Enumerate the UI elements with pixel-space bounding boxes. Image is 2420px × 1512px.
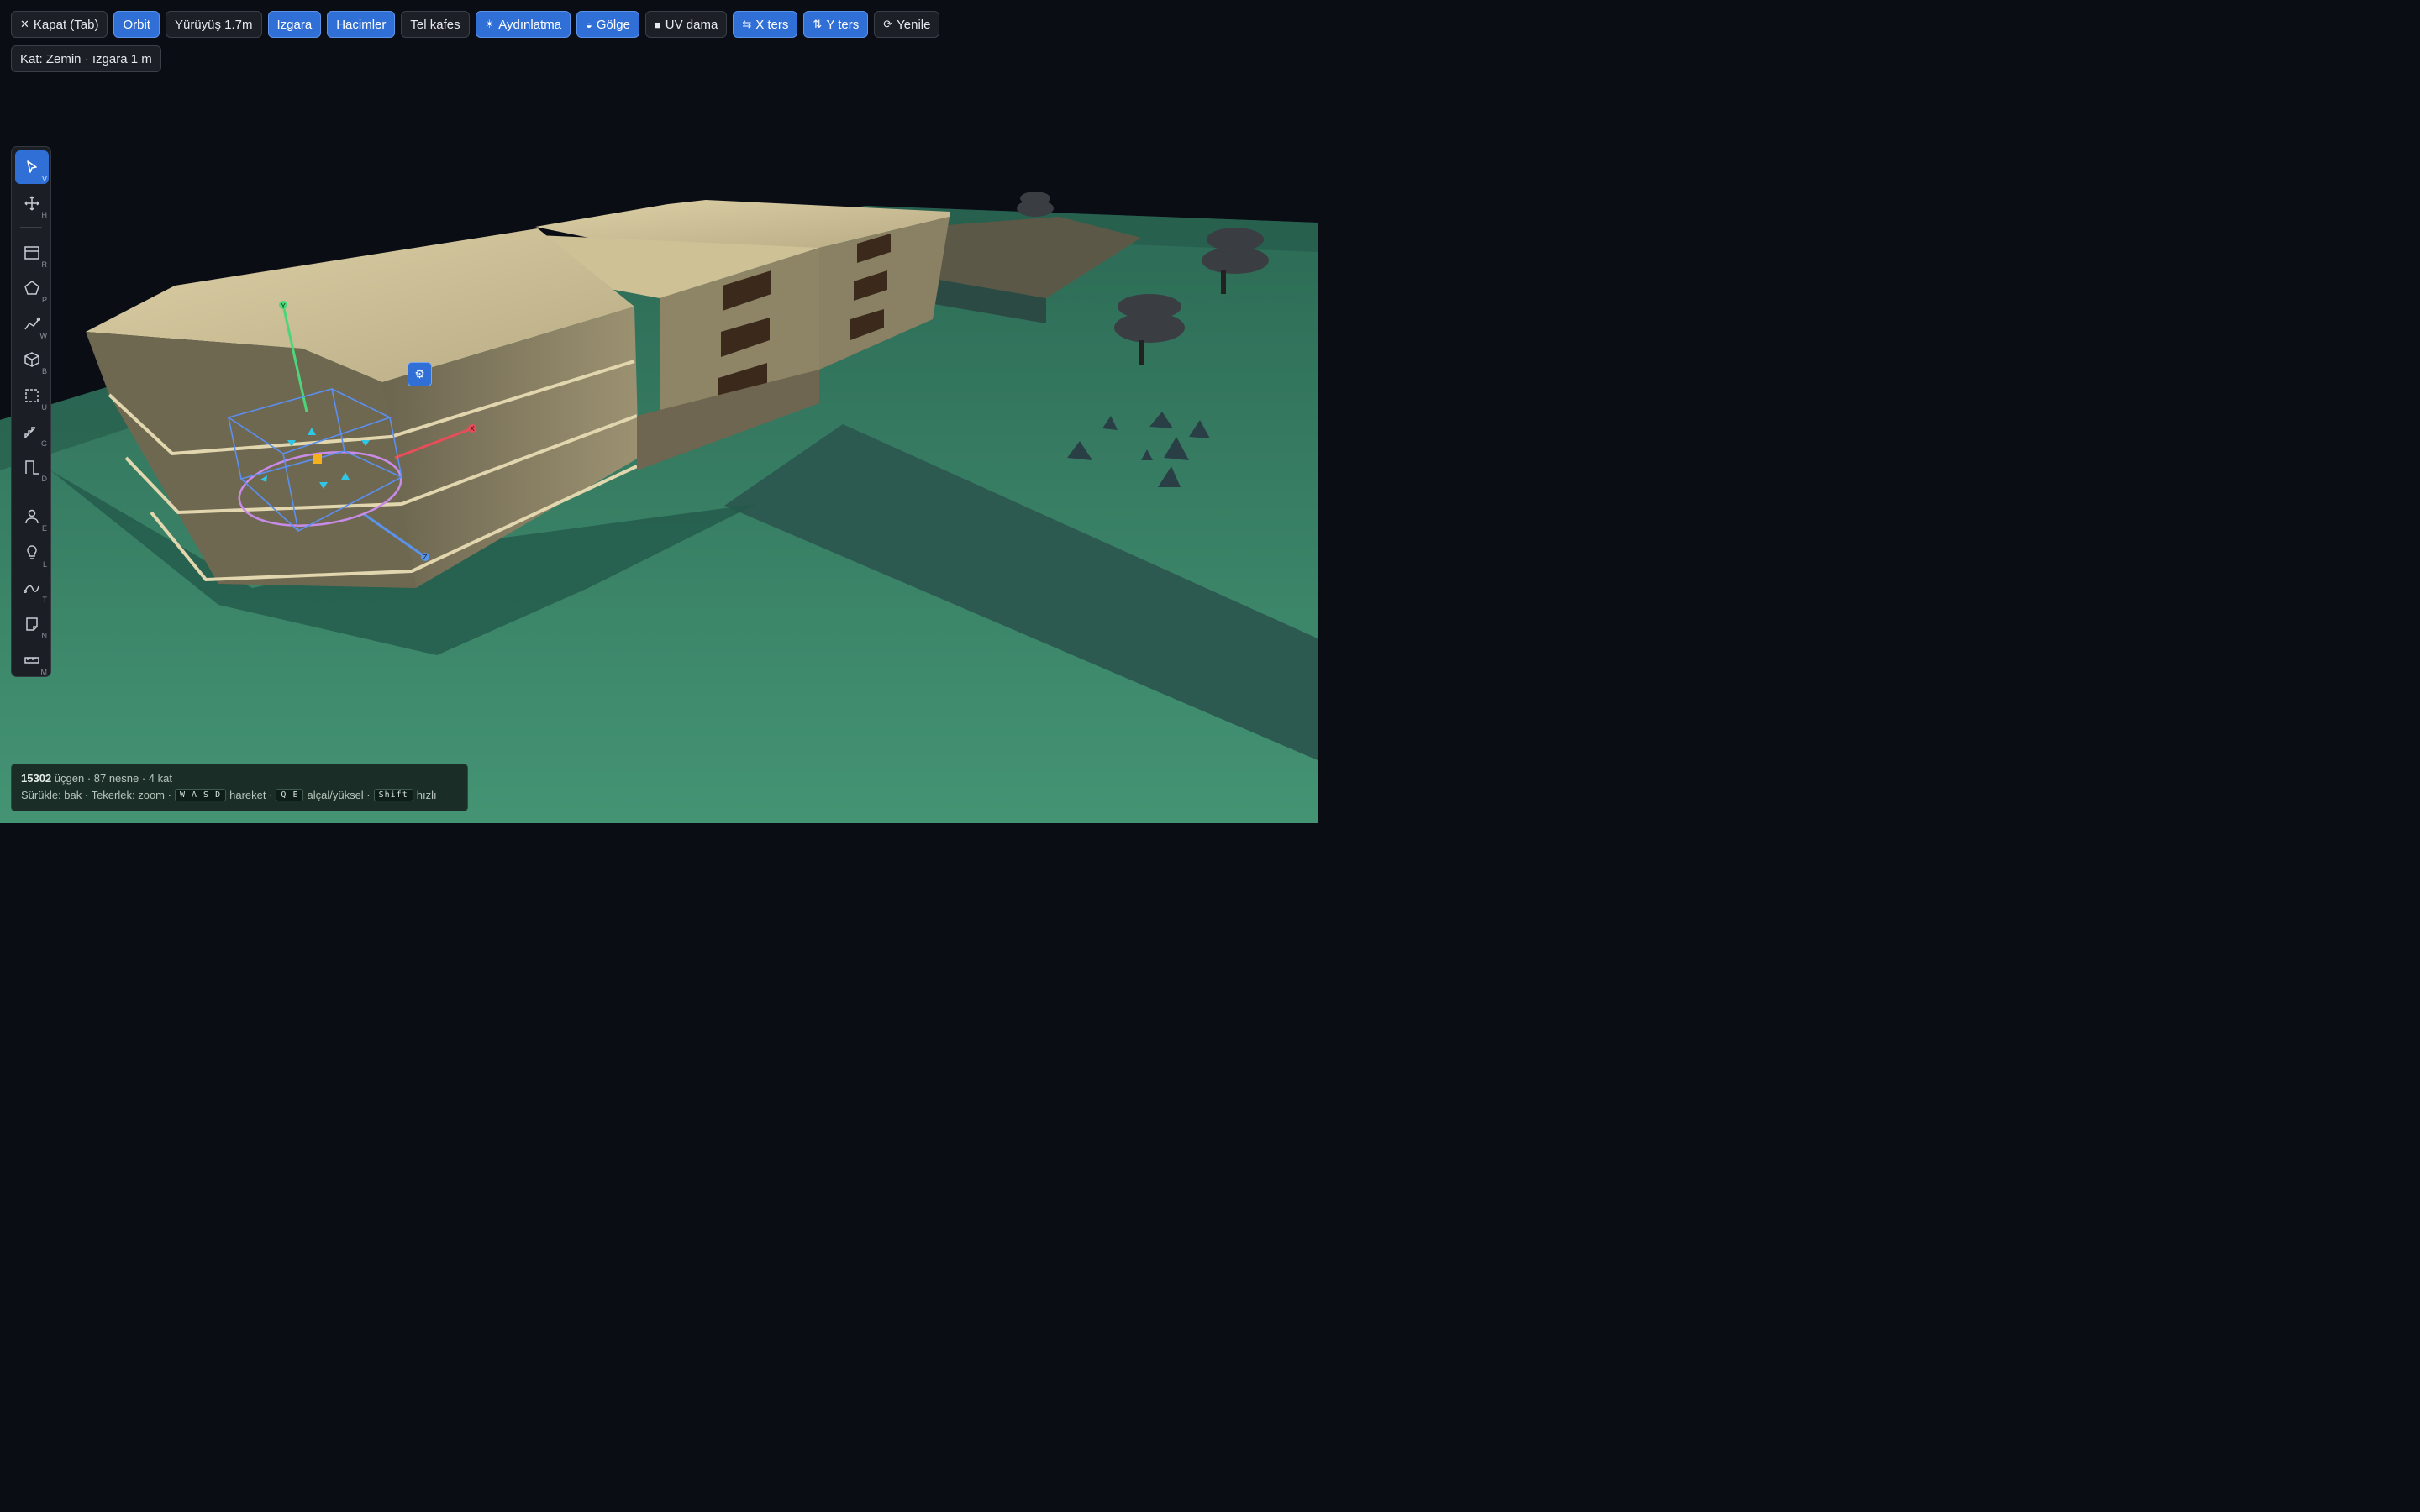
- pan-tool[interactable]: H: [15, 186, 49, 220]
- wall-tool[interactable]: W: [15, 307, 49, 341]
- room-tool[interactable]: R: [15, 236, 49, 270]
- box-tool[interactable]: B: [15, 343, 49, 376]
- half-circle-icon: ◒: [586, 18, 592, 31]
- tool-separator: [20, 226, 42, 228]
- cube-icon: [24, 352, 39, 368]
- shadow-toggle[interactable]: ◒ Gölge: [576, 11, 639, 38]
- arrows-horizontal-icon: ⇆: [742, 18, 752, 30]
- wireframe-toggle[interactable]: Tel kafes: [401, 11, 470, 38]
- controls-hint: Sürükle: bak · Tekerlek: zoom · W A S D …: [21, 789, 437, 801]
- bulb-icon: [27, 544, 37, 559]
- gear-icon: ⚙: [414, 367, 425, 381]
- move-icon: [24, 196, 39, 211]
- axis-label-z: Z: [424, 554, 428, 561]
- triangle-count: 15302: [21, 772, 52, 785]
- pentagon-icon: [24, 281, 39, 295]
- door-icon: [25, 460, 39, 475]
- kbd-qe: Q E: [276, 789, 304, 801]
- grid-toggle[interactable]: Izgara: [267, 11, 322, 38]
- arrows-vertical-icon: ⇅: [813, 18, 823, 30]
- note-tool[interactable]: N: [15, 607, 49, 641]
- stats-suffix: üçgen · 87 nesne · 4 kat: [54, 772, 172, 785]
- door-tool[interactable]: D: [15, 450, 49, 484]
- polygon-tool[interactable]: P: [15, 271, 49, 305]
- lighting-toggle[interactable]: ☀ Aydınlatma: [475, 11, 571, 38]
- uv-checker-toggle[interactable]: ■ UV dama: [644, 11, 728, 38]
- close-button[interactable]: ✕ Kapat (Tab): [11, 11, 108, 38]
- volumes-toggle[interactable]: Hacimler: [327, 11, 396, 38]
- axis-label-x: X: [470, 425, 475, 433]
- tree-3: [1017, 192, 1054, 217]
- person-tool[interactable]: E: [15, 500, 49, 533]
- refresh-icon: ⟳: [883, 18, 893, 30]
- tool-panel: V H R P W B U G D E L T N M: [11, 146, 51, 677]
- wall-icon: [24, 317, 40, 330]
- measure-tool[interactable]: M: [15, 643, 49, 677]
- kbd-shift: Shift: [373, 789, 413, 801]
- path-tool[interactable]: T: [15, 571, 49, 605]
- floor-indicator[interactable]: Kat: Zemin · ızgara 1 m: [11, 45, 161, 72]
- light-tool[interactable]: L: [15, 536, 49, 570]
- ruler-icon: [24, 656, 39, 664]
- select-tool[interactable]: V: [15, 150, 49, 184]
- close-icon: ✕: [20, 18, 29, 30]
- orbit-toggle[interactable]: Orbit: [113, 11, 160, 38]
- stairs-icon: [24, 426, 36, 438]
- dashed-square-icon: [25, 389, 39, 402]
- kbd-wasd: W A S D: [174, 789, 227, 801]
- person-icon: [25, 509, 39, 524]
- square-icon: ■: [654, 18, 661, 31]
- void-tool[interactable]: U: [15, 379, 49, 412]
- stair-tool[interactable]: G: [15, 415, 49, 449]
- cursor-icon: [27, 160, 37, 173]
- flip-x-toggle[interactable]: ⇆ X ters: [733, 11, 798, 38]
- room-icon: [24, 245, 39, 260]
- flip-y-toggle[interactable]: ⇅ Y ters: [803, 11, 869, 38]
- scene-stats: 15302 üçgen · 87 nesne · 4 kat: [21, 772, 458, 785]
- curve-icon: [24, 585, 39, 594]
- refresh-button[interactable]: ⟳ Yenile: [874, 11, 940, 38]
- sun-icon: ☀: [484, 18, 495, 30]
- axis-label-y: Y: [281, 302, 286, 310]
- gizmo-settings-button[interactable]: ⚙: [408, 362, 432, 386]
- walk-toggle[interactable]: Yürüyüş 1.7m: [165, 11, 262, 38]
- status-panel: 15302 üçgen · 87 nesne · 4 kat Sürükle: …: [11, 764, 468, 811]
- top-toolbar: ✕ Kapat (Tab) Orbit Yürüyüş 1.7m Izgara H…: [11, 11, 940, 38]
- viewport-3d[interactable]: Y X Z: [0, 0, 1318, 823]
- gizmo-center-handle: [313, 454, 322, 464]
- note-icon: [26, 617, 38, 631]
